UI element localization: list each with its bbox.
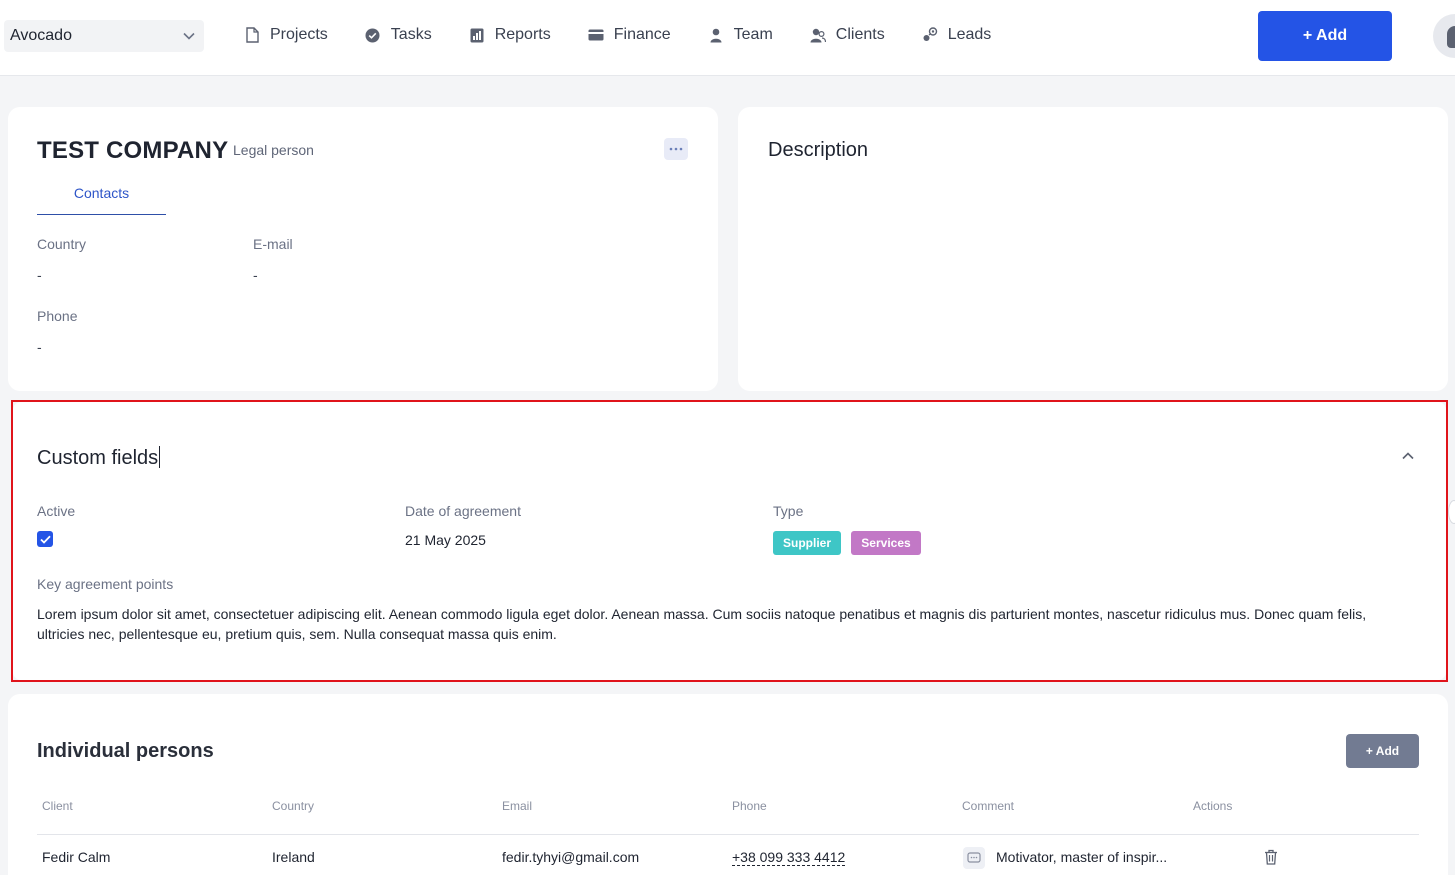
individual-persons-title: Individual persons [37,740,214,762]
add-button[interactable]: + Add [1258,11,1392,61]
nav-projects[interactable]: Projects [244,26,328,44]
text-caret [159,446,161,468]
phone-value: - [37,339,42,355]
nav-tasks[interactable]: Tasks [365,26,432,44]
company-select-value: Avocado [10,27,72,44]
leads-icon [922,27,938,43]
nav-clients-label: Clients [835,26,885,43]
top-bar: Avocado Projects Tasks Reports Finance T… [0,0,1455,76]
trash-icon[interactable] [1262,848,1280,866]
nav-finance[interactable]: Finance [588,26,671,44]
column-header-client[interactable]: Client [42,799,73,813]
country-value: - [37,267,42,283]
email-label: E-mail [253,236,293,252]
nav-team[interactable]: Team [708,26,773,44]
nav-tasks-label: Tasks [390,26,432,43]
more-options-button[interactable] [664,138,688,160]
nav-leads-label: Leads [947,26,992,43]
key-agreement-points-label: Key agreement points [37,576,174,592]
users-icon [810,27,826,43]
add-person-button[interactable]: + Add [1346,734,1419,768]
main-nav: Projects Tasks Reports Finance Team Clie… [244,22,1028,48]
column-header-comment[interactable]: Comment [962,799,1014,813]
key-agreement-points-text: Lorem ipsum dolor sit amet, consectetuer… [37,606,1367,642]
date-of-agreement-value: 21 May 2025 [405,532,486,548]
active-label: Active [37,503,76,519]
description-card: Description [738,107,1448,391]
company-select[interactable]: Avocado [4,20,204,52]
country-label: Country [37,236,87,252]
nav-finance-label: Finance [613,26,671,43]
type-label: Type [773,503,804,519]
table-divider [37,834,1419,835]
email-value: - [253,267,258,283]
column-header-phone[interactable]: Phone [732,799,767,813]
tag-services: Services [851,531,921,555]
nav-clients[interactable]: Clients [810,26,885,44]
column-header-email[interactable]: Email [502,799,532,813]
company-name: TEST COMPANY [37,137,229,164]
document-icon [244,27,260,43]
chevron-down-icon [182,29,196,43]
tab-contacts[interactable]: Contacts [37,185,166,215]
company-kind: Legal person [233,142,314,158]
column-header-country[interactable]: Country [272,799,314,813]
phone-link[interactable]: +38 099 333 4412 [732,849,846,866]
column-header-actions: Actions [1193,799,1233,813]
active-checkbox[interactable] [37,531,53,547]
date-of-agreement-label: Date of agreement [405,503,521,519]
more-dots-icon [669,147,683,151]
nav-reports[interactable]: Reports [469,26,551,44]
side-handle[interactable] [1448,500,1455,524]
cell-comment: Motivator, master of inspir... [996,849,1168,865]
cell-client[interactable]: Fedir Calm [42,849,110,865]
custom-fields-title: Custom fields [37,446,161,470]
phone-label: Phone [37,308,78,324]
avatar[interactable] [1433,14,1455,58]
user-icon [708,27,724,43]
report-icon [469,27,485,43]
individual-persons-card: Individual persons + Add Client Country … [8,694,1448,875]
collapse-button[interactable] [1399,447,1417,465]
check-circle-icon [365,27,381,43]
company-card: TEST COMPANY Legal person Contacts Count… [8,107,718,391]
checkmark-icon [39,535,51,544]
tag-supplier: Supplier [773,531,841,555]
comment-icon [963,847,985,869]
cell-phone[interactable]: +38 099 333 4412 [732,849,846,866]
custom-fields-card: Custom fields Active Date of agreement 2… [13,402,1446,680]
cell-country: Ireland [272,849,315,865]
cell-email: fedir.tyhyi@gmail.com [502,849,640,865]
description-title: Description [768,139,869,161]
custom-fields-title-text: Custom fields [37,447,159,469]
card-icon [588,27,604,43]
nav-team-label: Team [733,26,773,43]
nav-leads[interactable]: Leads [922,26,992,44]
nav-reports-label: Reports [494,26,551,43]
nav-projects-label: Projects [270,26,328,43]
chevron-up-icon [1402,452,1414,460]
